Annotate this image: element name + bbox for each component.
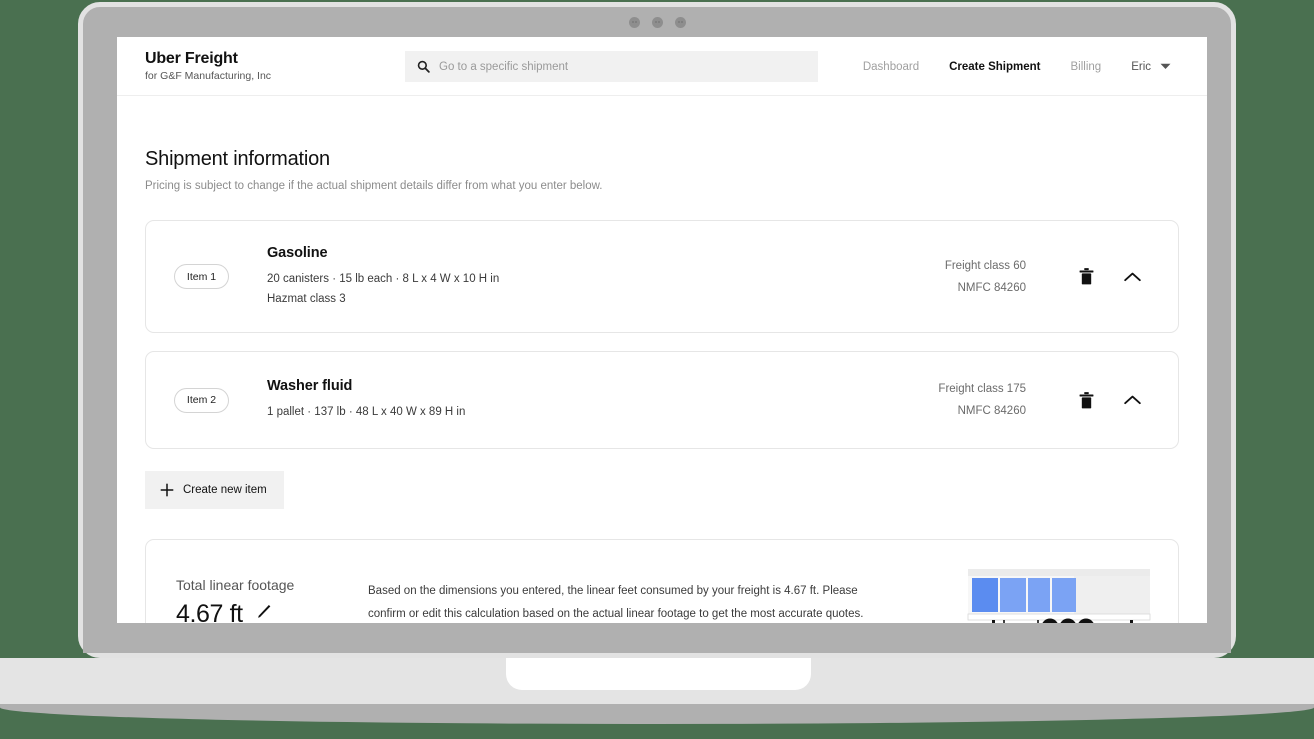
main-nav: Dashboard Create Shipment Billing Eric (863, 37, 1171, 96)
item-badge: Item 2 (174, 387, 229, 413)
nmfc-code: NMFC 84260 (957, 405, 1026, 417)
item-name: Washer fluid (267, 378, 353, 394)
item-meta-line-1: 20 canisters · 15 lb each · 8 L x 4 W x … (267, 272, 500, 285)
brand-subtitle: for G&F Manufacturing, Inc (145, 70, 272, 82)
item-meta-line-1: 1 pallet · 137 lb · 48 L x 40 W x 89 H i… (267, 406, 466, 418)
page-subtitle: Pricing is subject to change if the actu… (145, 180, 603, 192)
shipment-item-card[interactable]: Item 1 Gasoline 20 canisters · 15 lb eac… (145, 220, 1179, 333)
freight-info: Freight class 175 NMFC 84260 (938, 378, 1026, 422)
footage-label: Total linear footage (176, 576, 295, 593)
total-linear-footage-card: Total linear footage 4.67 ft Based on th… (145, 539, 1179, 633)
bezel-dot-2 (651, 16, 663, 28)
user-menu[interactable]: Eric (1131, 61, 1171, 73)
item-name: Gasoline (267, 244, 328, 261)
delete-item-button[interactable] (1066, 391, 1106, 409)
brand-logo[interactable]: Uber Freight for G&F Manufacturing, Inc (145, 50, 345, 82)
collapse-item-button[interactable] (1112, 395, 1152, 405)
page-content: Shipment information Pricing is subject … (117, 148, 1207, 633)
delete-item-button[interactable] (1066, 268, 1106, 285)
collapse-item-button[interactable] (1112, 272, 1152, 282)
page-title: Shipment information (145, 148, 330, 170)
footage-summary: Total linear footage 4.67 ft (176, 577, 358, 629)
item-details: Washer fluid 1 pallet · 137 lb · 48 L x … (267, 378, 465, 422)
nav-item-billing[interactable]: Billing (1071, 61, 1102, 73)
laptop-notch (506, 658, 811, 690)
pencil-icon (257, 604, 271, 618)
nmfc-code: NMFC 84260 (957, 281, 1026, 294)
browser-screen: Uber Freight for G&F Manufacturing, Inc … (117, 37, 1207, 633)
shipment-item-card[interactable]: Item 2 Washer fluid 1 pallet · 137 lb · … (145, 351, 1179, 449)
edit-footage-button[interactable] (256, 603, 273, 625)
create-new-item-label: Create new item (183, 484, 267, 496)
search-icon (417, 60, 430, 73)
freight-class: Freight class 60 (944, 259, 1026, 272)
freight-info: Freight class 60 NMFC 84260 (945, 255, 1026, 299)
item-meta-line-2: Hazmat class 3 (267, 292, 346, 305)
laptop-bezel-top (83, 7, 1231, 37)
plus-icon (160, 483, 174, 497)
laptop-frame: Uber Freight for G&F Manufacturing, Inc … (78, 2, 1236, 658)
chevron-down-icon (1160, 63, 1171, 69)
create-new-item-button[interactable]: Create new item (145, 471, 284, 509)
trash-icon (1079, 391, 1093, 408)
item-actions: Freight class 60 NMFC 84260 (945, 255, 1152, 299)
chevron-up-icon (1123, 272, 1141, 281)
trash-icon (1079, 268, 1093, 285)
search-placeholder: Go to a specific shipment (439, 60, 569, 73)
item-details: Gasoline 20 canisters · 15 lb each · 8 L… (267, 245, 499, 309)
nav-item-create-shipment[interactable]: Create Shipment (949, 61, 1040, 73)
item-actions: Freight class 175 NMFC 84260 (938, 378, 1152, 422)
bezel-dot-1 (628, 16, 640, 28)
item-badge: Item 1 (174, 264, 229, 289)
chevron-up-icon (1123, 395, 1141, 405)
laptop-bezel-bottom (83, 623, 1231, 653)
brand-title: Uber Freight (145, 50, 238, 67)
nav-item-dashboard[interactable]: Dashboard (863, 61, 919, 73)
search-input[interactable]: Go to a specific shipment (405, 51, 818, 82)
freight-class: Freight class 175 (938, 383, 1026, 395)
user-name: Eric (1131, 60, 1151, 73)
app-header: Uber Freight for G&F Manufacturing, Inc … (117, 37, 1207, 96)
bezel-dot-3 (674, 16, 686, 28)
footage-description: Based on the dimensions you entered, the… (368, 584, 864, 620)
laptop-foot (0, 704, 1314, 724)
